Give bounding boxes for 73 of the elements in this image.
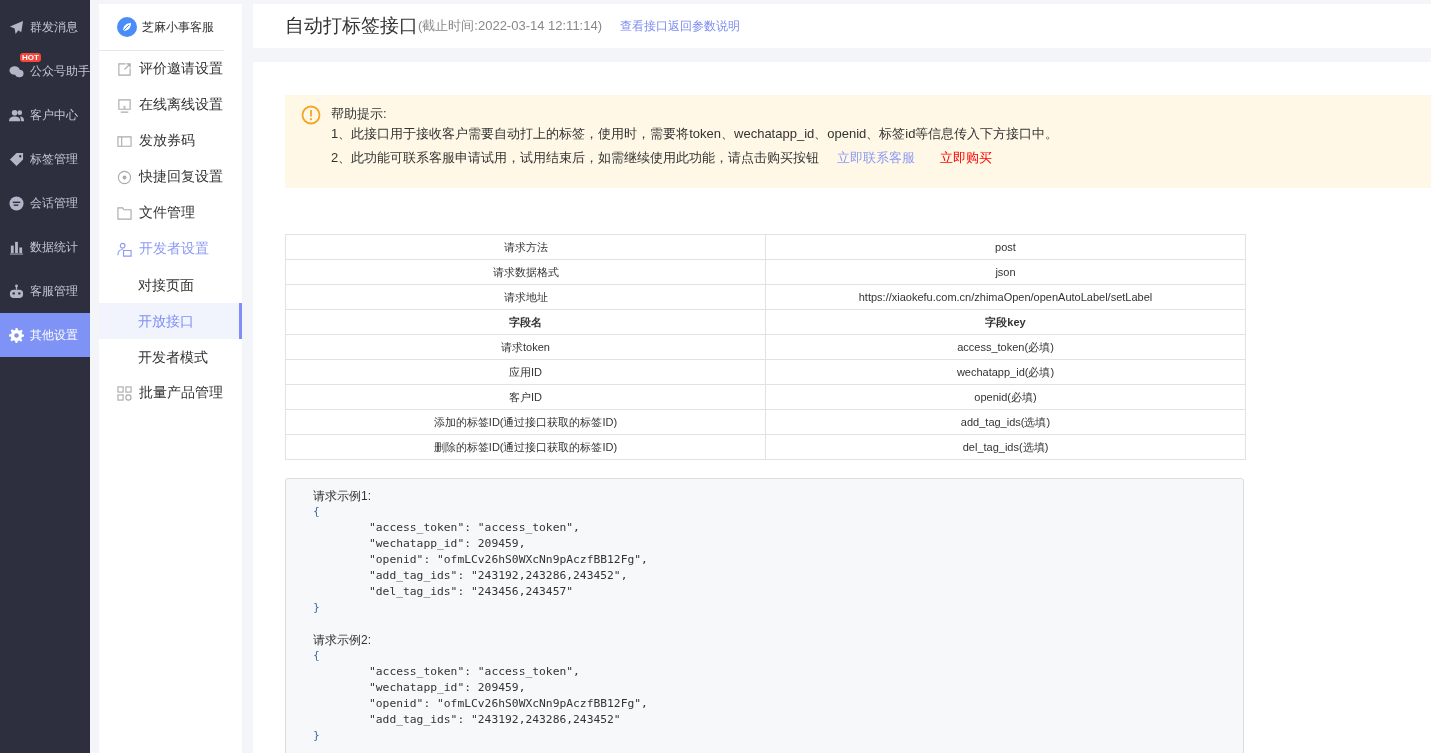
help-text: 2、此功能可联系客服申请试用，试用结束后，如需继续使用此功能，请点击购买按钮 [331,150,820,165]
share-icon [117,61,132,77]
table-cell: 请求方法 [285,234,766,260]
table-cell: 客户ID [285,384,766,410]
submenu-item[interactable]: 开发者模式 [99,339,242,375]
help-text: 1、此接口用于接收客户需要自动打上的标签，使用时，需要将token、wechatapp_id、openid、标签id等信息传入下方接口中。 [331,125,1059,143]
monitor-icon [117,97,132,113]
table-cell: openid(必填) [765,384,1246,410]
menu-item[interactable]: 在线离线设置 [99,87,242,123]
ticket-icon [117,133,132,149]
deadline-text: (截止时间:2022-03-14 12:11:14) [418,17,603,35]
example-title: 请求示例2: [313,632,372,648]
tag-icon [9,151,24,167]
table-cell: 请求token [285,334,766,360]
code-line: { [313,504,320,520]
code-line: "del_tag_ids": "243456,243457" [368,584,574,600]
table-cell: 删除的标签ID(通过接口获取的标签ID) [285,434,766,460]
table-cell: 添加的标签ID(通过接口获取的标签ID) [285,409,766,435]
settings-icon [9,327,24,343]
code-line: "openid": "ofmLCv26hS0WXcNn9pAczfBB12Fg", [368,696,648,712]
paper-plane-icon [9,19,24,35]
chat-bubbles-icon [9,63,24,79]
example-title: 请求示例1: [313,488,372,504]
code-line: "add_tag_ids": "243192,243286,243452" [368,712,621,728]
grid-icon [117,385,132,401]
nav-item[interactable]: 群发消息 [0,5,90,49]
nav-item[interactable]: HOT 公众号助手 [0,49,90,93]
warning-icon [301,105,321,125]
table-cell: 字段名 [285,309,766,335]
message-icon [9,195,24,211]
bar-chart-icon [9,239,24,255]
table-cell: https://xiaokefu.com.cn/zhimaOpen/openAutoLabel/setLabel [765,284,1246,310]
submenu-item[interactable]: 对接页面 [99,267,242,303]
nav-item[interactable]: 会话管理 [0,181,90,225]
nav-item[interactable]: 客服管理 [0,269,90,313]
page-title: 自动打标签接口 [285,14,418,38]
menu-item[interactable]: 快捷回复设置 [99,159,242,195]
nav-item[interactable]: 客户中心 [0,93,90,137]
nav-item[interactable]: 标签管理 [0,137,90,181]
brand-name: 芝麻小事客服 [142,18,214,36]
users-icon [9,107,24,123]
table-cell: 请求数据格式 [285,259,766,285]
table-cell: post [765,234,1246,260]
table-cell: 字段key [765,309,1246,335]
menu-item[interactable]: 发放券码 [99,123,242,159]
table-cell: json [765,259,1246,285]
code-line: "wechatapp_id": 209459, [368,536,526,552]
table-cell: del_tag_ids(选填) [765,434,1246,460]
code-line: "wechatapp_id": 209459, [368,680,526,696]
code-line: "access_token": "access_token", [368,520,580,536]
table-cell: 请求地址 [285,284,766,310]
code-line: "openid": "ofmLCv26hS0WXcNn9pAczfBB12Fg", [368,552,648,568]
nav-item[interactable]: 数据统计 [0,225,90,269]
menu-item[interactable]: 文件管理 [99,195,242,231]
table-cell: add_tag_ids(选填) [765,409,1246,435]
table-cell: 应用ID [285,359,766,385]
menu-item[interactable]: 批量产品管理 [99,375,242,411]
code-line: } [313,600,320,616]
folder-icon [117,205,132,221]
table-cell: access_token(必填) [765,334,1246,360]
reply-icon [117,169,132,185]
help-title: 帮助提示: [331,105,388,123]
developer-icon [117,241,132,257]
code-line: "add_tag_ids": "243192,243286,243452", [368,568,628,584]
table-cell: wechatapp_id(必填) [765,359,1246,385]
hot-badge: HOT [20,53,41,62]
robot-icon [9,283,24,299]
code-line: "access_token": "access_token", [368,664,580,680]
code-line: } [313,728,320,744]
menu-item[interactable]: 评价邀请设置 [99,51,242,87]
buy-now-link[interactable]: 立即购买 [940,150,993,165]
leaf-logo-icon [117,17,137,37]
code-line: { [313,648,320,664]
